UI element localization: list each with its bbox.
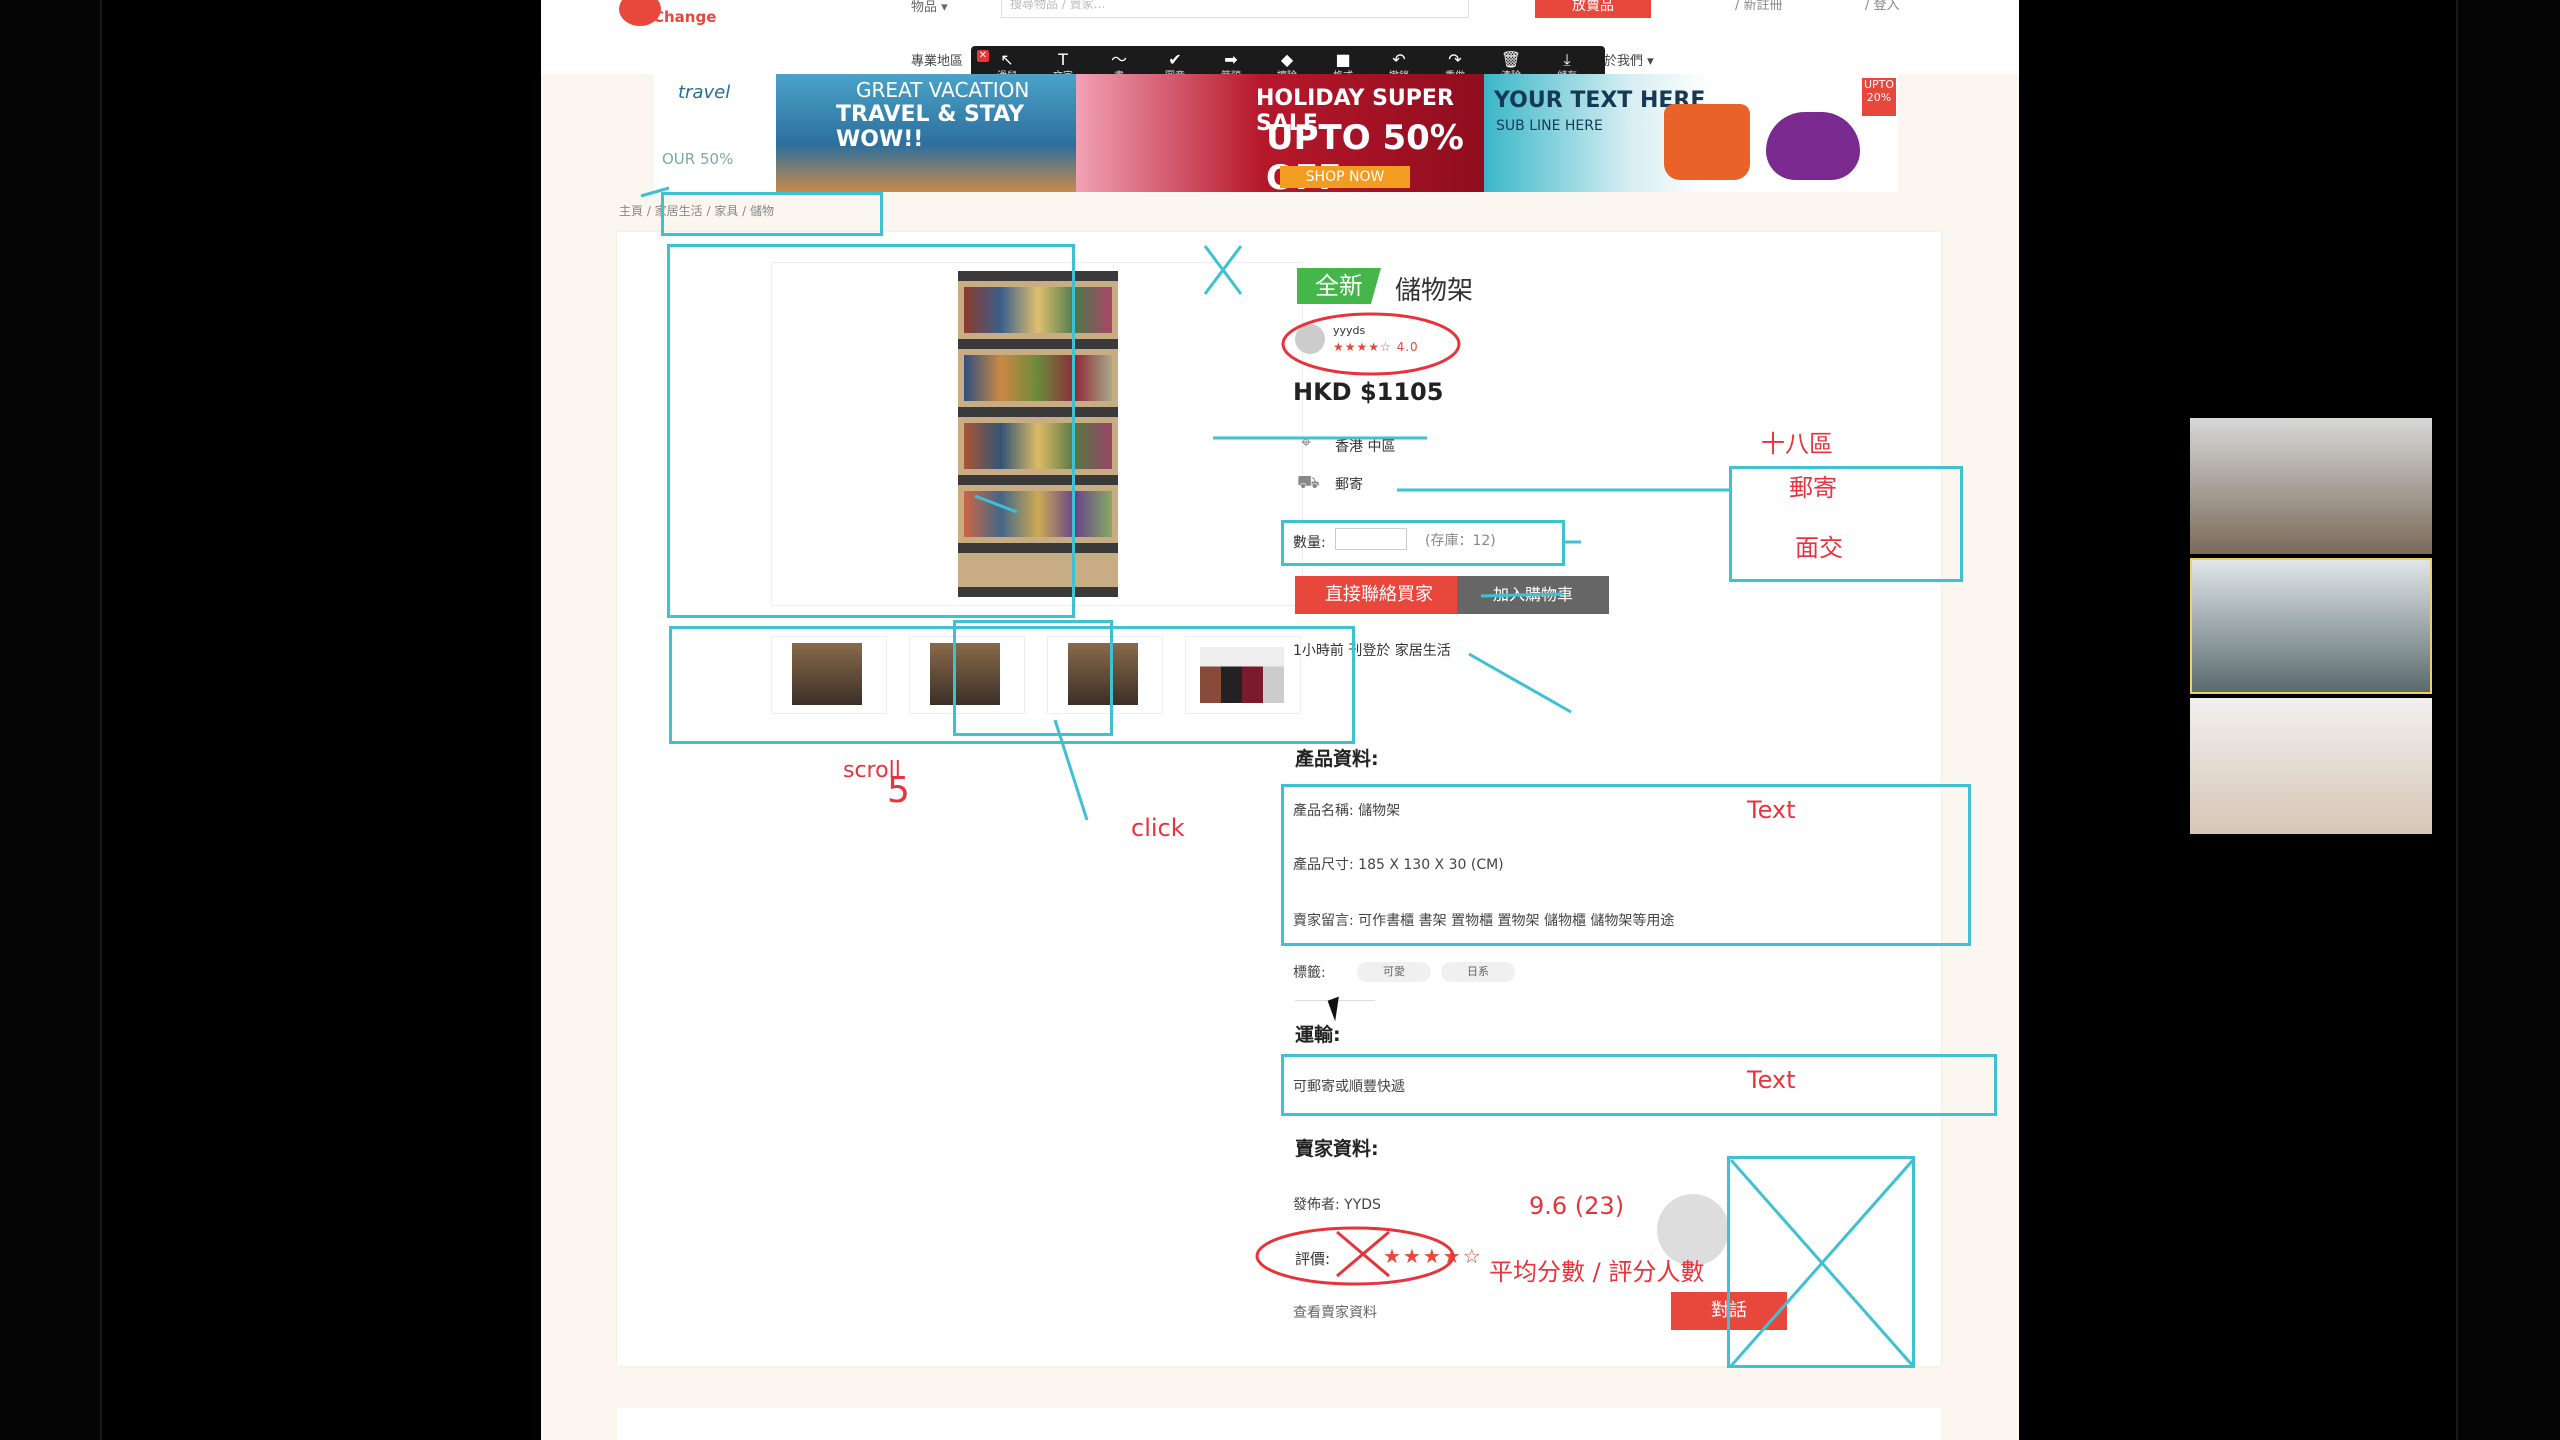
left-desktop-margin	[0, 0, 102, 1440]
participant-video-2[interactable]	[2190, 558, 2432, 694]
circle-rating	[1255, 1226, 1455, 1286]
circle-seller-mini	[1281, 312, 1461, 376]
meeting-video-panel	[2190, 418, 2432, 834]
shared-screen: Change 物品 ▾ 搜尋物品 / 賣家… 放賣品 / 新註冊 / 登入 專業…	[541, 0, 2019, 1440]
right-desktop-margin	[2456, 0, 2560, 1440]
arrow-main-image	[974, 494, 1018, 514]
arrow-buy	[1480, 592, 1564, 598]
arrow-posted-time	[1468, 652, 1572, 714]
participant-video-1[interactable]	[2190, 418, 2432, 554]
participant-video-3[interactable]	[2190, 698, 2432, 834]
annotation-arrows	[640, 186, 1915, 1367]
arrow-breadcrumb	[640, 186, 670, 198]
arrow-thumbnail-click	[1053, 719, 1089, 821]
annotation-overlay: 十八區 郵寄 面交 scroll 5 click Text Text 9.6 (…	[541, 0, 2019, 1440]
